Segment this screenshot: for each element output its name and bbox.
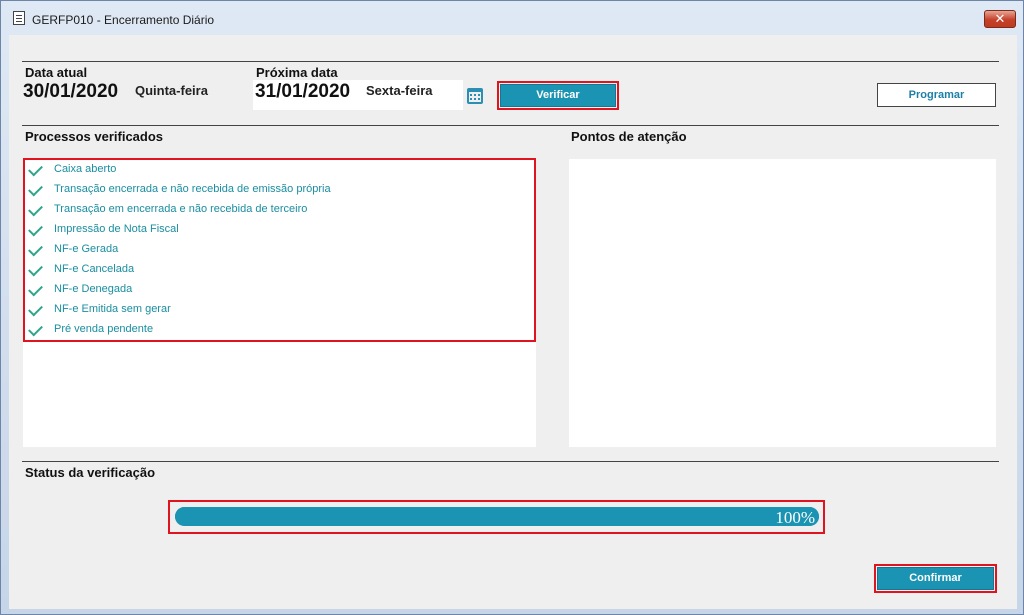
process-label: NF-e Gerada [54,243,119,255]
process-label: Transação encerrada e não recebida de em… [54,183,331,195]
process-item: NF-e Cancelada [25,260,535,280]
process-label: Pré venda pendente [54,323,154,335]
check-icon [28,301,43,317]
process-label: Transação em encerrada e não recebida de… [54,203,308,215]
close-button[interactable]: ✕ [984,10,1016,28]
process-item: Pré venda pendente [25,320,535,340]
process-item: NF-e Gerada [25,240,535,260]
process-label: Caixa aberto [54,163,117,175]
status-title: Status da verificação [25,465,156,480]
processes-list: Caixa aberto Transação encerrada e não re… [25,160,535,340]
next-date-label: Próxima data [256,65,338,80]
attention-panel [569,159,996,447]
process-item: Caixa aberto [25,160,535,180]
verify-button[interactable]: Verificar [500,84,616,107]
process-label: NF-e Cancelada [54,263,135,275]
process-item: NF-e Denegada [25,280,535,300]
check-icon [28,261,43,277]
process-item: Transação encerrada e não recebida de em… [25,180,535,200]
process-label: Impressão de Nota Fiscal [54,223,179,235]
check-icon [28,181,43,197]
current-date-value: 30/01/2020 [23,81,119,102]
check-icon [28,241,43,257]
progress-text: 100% [775,508,815,527]
process-item: Impressão de Nota Fiscal [25,220,535,240]
attention-title: Pontos de atenção [571,129,687,144]
check-icon [28,281,43,297]
check-icon [28,321,43,337]
process-item: NF-e Emitida sem gerar [25,300,535,320]
divider-middle [22,125,999,126]
check-icon [28,221,43,237]
client-area: Data atual 30/01/2020 Quinta-feira Próxi… [9,35,1017,609]
process-item: Transação em encerrada e não recebida de… [25,200,535,220]
progress-fill [175,507,819,526]
divider-top [22,61,999,62]
confirm-button[interactable]: Confirmar [877,567,994,590]
progress-bar: 100% [175,507,819,527]
next-date-value: 31/01/2020 [255,81,351,102]
processes-title: Processos verificados [25,129,164,144]
calendar-icon[interactable] [467,88,483,104]
dialog-window: GERFP010 - Encerramento Diário ✕ Data at… [0,0,1024,615]
check-icon [28,161,43,177]
check-icon [28,201,43,217]
process-label: NF-e Emitida sem gerar [54,303,171,315]
divider-bottom [22,461,999,462]
process-label: NF-e Denegada [54,283,133,295]
title-bar[interactable]: GERFP010 - Encerramento Diário ✕ [1,1,1023,35]
current-weekday: Quinta-feira [135,83,208,98]
current-date-label: Data atual [25,65,88,80]
document-icon [13,11,25,25]
window-title: GERFP010 - Encerramento Diário [32,13,215,27]
schedule-button[interactable]: Programar [877,83,996,107]
next-weekday: Sexta-feira [366,83,433,98]
